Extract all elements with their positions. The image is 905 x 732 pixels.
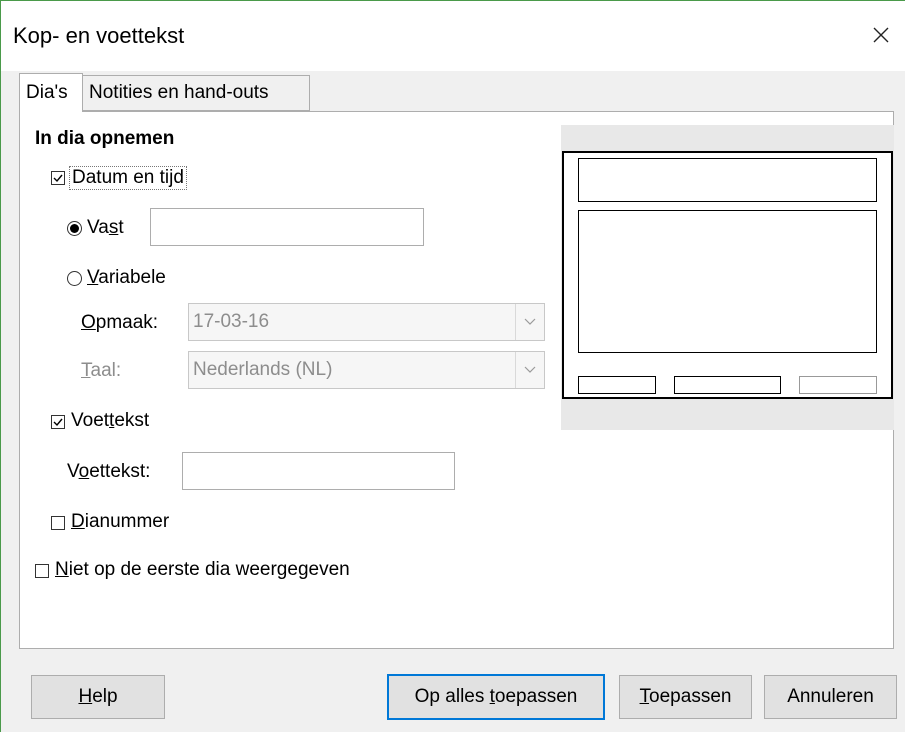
footer-checkbox[interactable] xyxy=(51,415,65,429)
apply-button-label: Toepassen xyxy=(639,686,732,707)
format-select[interactable]: 17-03-16 xyxy=(188,303,545,341)
footer-text-input[interactable] xyxy=(182,452,455,490)
close-button[interactable] xyxy=(861,15,901,55)
tab-slides[interactable]: Dia's xyxy=(19,73,83,112)
preview-footer-area xyxy=(674,376,781,394)
format-dropdown-button[interactable] xyxy=(515,304,544,340)
format-label: Opmaak: xyxy=(81,312,159,333)
slide-number-label[interactable]: Dianummer xyxy=(71,511,169,533)
checkmark-icon xyxy=(53,418,63,427)
preview-date-area xyxy=(578,376,656,394)
radio-selected-dot xyxy=(70,224,79,233)
slide-number-checkbox[interactable] xyxy=(51,516,65,530)
not-first-slide-checkbox[interactable] xyxy=(35,564,49,578)
section-heading: In dia opnemen xyxy=(35,128,175,149)
help-button-label: Help xyxy=(78,686,118,707)
apply-to-all-button-label: Op alles toepassen xyxy=(414,686,578,707)
preview-slide-number-area xyxy=(799,376,877,394)
apply-to-all-button[interactable]: Op alles toepassen xyxy=(387,674,605,720)
preview-content-area xyxy=(578,210,877,353)
chevron-down-icon xyxy=(524,366,536,373)
close-icon xyxy=(873,27,889,43)
fixed-label[interactable]: Vast xyxy=(87,217,124,239)
format-value: 17-03-16 xyxy=(193,311,270,332)
help-button[interactable]: Help xyxy=(31,675,165,719)
apply-button[interactable]: Toepassen xyxy=(619,675,752,719)
language-select[interactable]: Nederlands (NL) xyxy=(188,351,545,389)
tab-slides-label: Dia's xyxy=(26,82,68,103)
checkmark-icon xyxy=(53,174,63,183)
not-first-slide-label[interactable]: Niet op de eerste dia weergegeven xyxy=(55,559,350,581)
chevron-down-icon xyxy=(524,318,536,325)
title-bar: Kop- en voettekst xyxy=(1,1,905,71)
dialog-title: Kop- en voettekst xyxy=(13,23,185,48)
cancel-button[interactable]: Annuleren xyxy=(764,675,897,719)
fixed-date-input[interactable] xyxy=(150,208,424,246)
language-value: Nederlands (NL) xyxy=(193,359,333,380)
footer-checkbox-label[interactable]: Voettekst xyxy=(71,410,149,432)
dialog-window: Kop- en voettekst Dia's Notities en hand… xyxy=(0,0,905,732)
variable-label[interactable]: Variabele xyxy=(87,267,166,289)
fixed-radio[interactable] xyxy=(67,221,82,236)
date-time-checkbox[interactable] xyxy=(51,171,65,185)
variable-radio[interactable] xyxy=(67,271,82,286)
tab-notes-handouts-label: Notities en hand-outs xyxy=(89,82,269,103)
language-label: Taal: xyxy=(81,360,122,381)
tab-notes-handouts[interactable]: Notities en hand-outs xyxy=(82,75,310,111)
preview-title-area xyxy=(578,158,877,202)
footer-field-label: Voettekst: xyxy=(67,461,151,482)
date-time-label[interactable]: Datum en tijd xyxy=(69,166,187,190)
language-dropdown-button[interactable] xyxy=(515,352,544,388)
